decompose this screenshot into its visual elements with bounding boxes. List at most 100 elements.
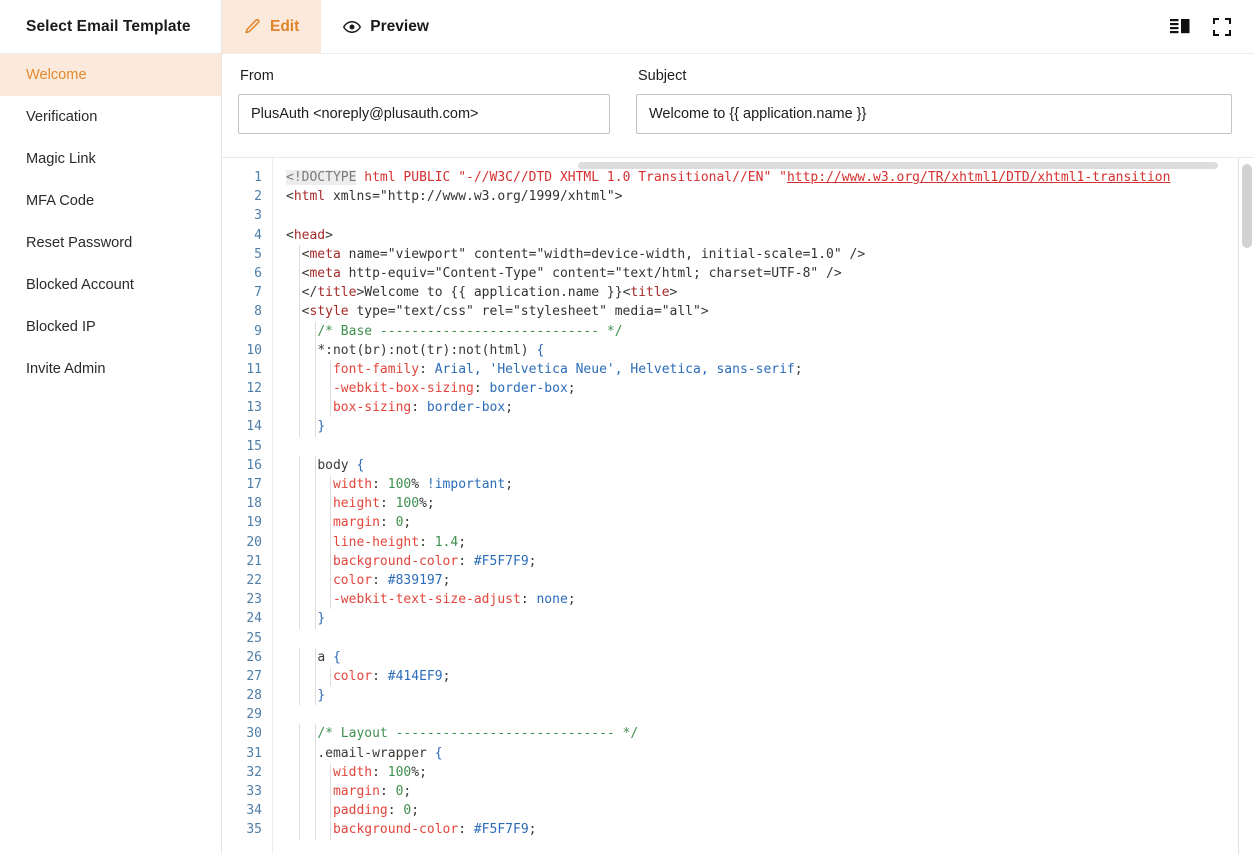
indent-guide — [299, 263, 300, 284]
code-line: margin: 0; — [286, 513, 1254, 533]
line-number: 20 — [246, 534, 262, 550]
subject-input[interactable] — [636, 94, 1232, 134]
line-number: 28 — [246, 688, 262, 704]
indent-guide — [314, 666, 316, 687]
indent-guide — [299, 340, 300, 360]
indent-guide — [314, 570, 316, 591]
indent-guide — [314, 820, 316, 840]
line-number: 29 — [246, 707, 262, 723]
horizontal-scrollbar[interactable] — [578, 162, 1232, 169]
sidebar-item-reset-password[interactable]: Reset Password — [0, 222, 221, 264]
line-number: 25 — [246, 630, 262, 646]
line-number: 18 — [246, 496, 262, 512]
sidebar-item-label: Magic Link — [26, 151, 96, 167]
sidebar-item-label: Blocked Account — [26, 277, 134, 293]
indent-guide — [299, 551, 300, 571]
indent-guide — [299, 244, 300, 264]
code-line: <meta http-equiv="Content-Type" content=… — [286, 263, 1254, 284]
indent-guide — [330, 590, 332, 610]
indent-guide — [330, 379, 332, 399]
code-line: background-color: #F5F7F9; — [286, 551, 1254, 571]
indent-guide — [299, 494, 300, 514]
sidebar-item-invite-admin[interactable]: Invite Admin — [0, 348, 221, 390]
line-number: 33 — [246, 784, 262, 799]
code-line: <!DOCTYPE html PUBLIC "-//W3C//DTD XHTML… — [286, 170, 1171, 185]
indent-guide — [314, 475, 316, 495]
line-number: 34 — [246, 803, 262, 819]
indent-guide — [299, 513, 300, 533]
indent-guide — [314, 417, 316, 437]
vertical-scrollbar[interactable] — [1238, 158, 1254, 854]
code-line: } — [286, 417, 1254, 437]
indent-guide — [299, 417, 300, 437]
line-number: 32 — [246, 764, 262, 780]
code-line: a { — [286, 647, 1254, 667]
code-line: -webkit-box-sizing: border-box; — [286, 379, 1254, 399]
indent-guide — [299, 782, 300, 802]
vertical-scrollbar-thumb[interactable] — [1242, 164, 1252, 248]
line-number: 13 — [246, 400, 262, 416]
code-line: /* Base ---------------------------- */ — [286, 321, 1254, 341]
from-input[interactable] — [238, 94, 610, 134]
indent-guide — [314, 513, 316, 533]
code-line: .email-wrapper { — [286, 743, 1254, 763]
sidebar-item-mfa-code[interactable]: MFA Code — [0, 180, 221, 222]
editor-tools — [1168, 0, 1254, 53]
indent-guide — [299, 455, 300, 475]
indent-guide — [314, 724, 316, 744]
indent-guide — [330, 494, 332, 514]
indent-guide — [314, 398, 316, 418]
split-view-icon[interactable] — [1168, 15, 1192, 39]
horizontal-scrollbar-thumb[interactable] — [578, 162, 1218, 169]
line-number: 35 — [246, 822, 262, 838]
main-panel: Edit Preview From PlusAuth <noreply@plus… — [222, 0, 1254, 854]
indent-guide — [314, 455, 316, 475]
line-number: 8 — [254, 304, 262, 320]
code-text[interactable]: <!DOCTYPE html PUBLIC "-//W3C//DTD XHTML… — [273, 168, 1254, 840]
indent-guide — [299, 302, 300, 322]
line-number: 23 — [246, 592, 262, 608]
code-line: <html xmlns="http://www.w3.org/1999/xhtm… — [286, 189, 623, 205]
code-line: <meta name="viewport" content="width=dev… — [286, 244, 1254, 264]
sidebar-item-magic-link[interactable]: Magic Link — [0, 138, 221, 180]
code-line: -webkit-text-size-adjust: none; — [286, 590, 1254, 610]
line-number: 10 — [246, 342, 262, 358]
code-content-area[interactable]: <!DOCTYPE html PUBLIC "-//W3C//DTD XHTML… — [272, 158, 1254, 854]
sidebar-item-label: MFA Code — [26, 193, 95, 209]
code-line: line-height: 1.4; — [286, 532, 1254, 552]
sidebar-item-verification[interactable]: Verification — [0, 96, 221, 138]
indent-guide — [330, 551, 332, 571]
code-line: } — [286, 609, 1254, 629]
sidebar-item-label: Welcome — [26, 67, 87, 83]
indent-guide — [299, 283, 300, 303]
indent-guide — [314, 647, 316, 667]
subject-label: Subject — [638, 68, 687, 84]
indent-guide — [330, 801, 332, 821]
sidebar-item-blocked-account[interactable]: Blocked Account — [0, 264, 221, 306]
code-line: width: 100%; — [286, 762, 1254, 782]
indent-guide — [330, 398, 332, 418]
indent-guide — [299, 666, 300, 687]
tab-preview[interactable]: Preview — [321, 0, 451, 53]
line-number: 30 — [246, 726, 262, 742]
line-number: 4 — [254, 227, 262, 243]
code-editor[interactable]: 1 2 3 4 5 6 7 8 9 10 11 12 13 14 15 16 17 18 19 20 21 22 23 24 2… — [222, 158, 1254, 854]
line-number: 9 — [254, 323, 262, 339]
indent-guide — [314, 686, 316, 706]
fullscreen-icon[interactable] — [1210, 15, 1234, 39]
indent-guide — [314, 743, 316, 763]
indent-guide — [299, 570, 300, 591]
indent-guide — [314, 340, 316, 360]
tab-edit[interactable]: Edit — [222, 0, 322, 53]
indent-guide — [314, 782, 316, 802]
code-line: color: #839197; — [286, 570, 1254, 591]
indent-guide — [330, 820, 332, 840]
eye-icon — [343, 18, 362, 36]
sidebar-item-blocked-ip[interactable]: Blocked IP — [0, 306, 221, 348]
sidebar-list: Welcome Verification Magic Link MFA Code… — [0, 54, 221, 390]
code-line: background-color: #F5F7F9; — [286, 820, 1254, 840]
code-line: padding: 0; — [286, 801, 1254, 821]
line-number: 1 — [254, 170, 262, 185]
sidebar-item-welcome[interactable]: Welcome — [0, 54, 221, 96]
